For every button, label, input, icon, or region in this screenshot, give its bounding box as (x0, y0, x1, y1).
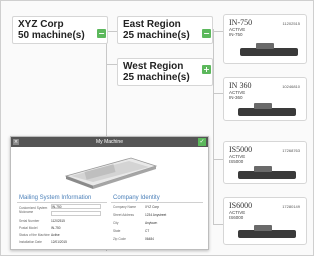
dialog-header: × My Machine ✓ (11, 137, 208, 147)
dialog-title: My Machine (96, 139, 123, 145)
device-serial: 10246810 (282, 84, 300, 89)
field-label: Installation Date (19, 240, 42, 244)
collapse-button[interactable]: − (97, 29, 106, 38)
device-sub-model: IN-360 (229, 95, 243, 100)
field-value: IN-750 (51, 226, 61, 230)
region-node-east[interactable]: East Region 25 machine(s) − (117, 16, 213, 44)
field-value: CT (145, 229, 150, 233)
postage-meter-icon (240, 48, 298, 56)
region-node-name: East Region (123, 19, 181, 30)
device-card[interactable]: IN-750 11202515 ACTIVE IN-750 (223, 14, 307, 64)
root-node-count: 50 machine(s) (18, 30, 85, 41)
root-node-xyz-corp[interactable]: XYZ Corp 50 machine(s) − (12, 16, 108, 44)
region-node-count: 25 machine(s) (123, 30, 190, 41)
field-value: 12/01/2015 (51, 240, 67, 244)
postage-meter-image (64, 157, 158, 189)
region-node-count: 25 machine(s) (123, 72, 190, 83)
field-label: Company Name (113, 205, 137, 209)
section-title-mailing-system: Mailing System Information (19, 195, 92, 201)
nickname-value: IN-750 (52, 205, 62, 209)
root-node-name: XYZ Corp (18, 19, 64, 30)
field-value: Anytown (145, 221, 158, 225)
field-label: Customized System Nickname (19, 206, 48, 214)
field-label: Serial Number (19, 219, 40, 223)
device-card[interactable]: IN 360 10246810 ACTIVE IN-360 (223, 77, 307, 121)
connector-line (213, 29, 214, 225)
device-model: IN 360 (229, 81, 252, 90)
device-serial: 17268763 (282, 148, 300, 153)
field-label: Status of the Machine (19, 233, 50, 237)
region-node-west[interactable]: West Region 25 machine(s) + (117, 58, 213, 86)
my-machine-dialog: × My Machine ✓ Mailing System Informatio… (10, 136, 209, 250)
region-node-name: West Region (123, 61, 184, 72)
section-title-company-identity: Company Identity (113, 195, 160, 201)
field-value: 11202515 (51, 219, 65, 223)
device-sub-model: IS5000 (229, 159, 244, 164)
device-serial: 11202515 (282, 21, 301, 26)
field-label: Zip Code (113, 237, 126, 241)
postage-meter-icon (238, 108, 296, 116)
device-serial: 17280149 (282, 204, 300, 209)
field-value: 06484 (145, 237, 154, 241)
field-label: Postal Model (19, 226, 38, 230)
postage-meter-icon (256, 43, 274, 49)
section-divider (17, 202, 107, 203)
section-divider (111, 202, 203, 203)
postage-meter-icon (254, 103, 272, 109)
device-sub-model: IS6000 (229, 215, 244, 220)
postage-meter-icon (254, 166, 272, 172)
expand-button[interactable]: + (202, 65, 211, 74)
device-card[interactable]: IS6000 17280149 ACTIVE IS6000 (223, 197, 307, 245)
device-card[interactable]: IS5000 17268763 ACTIVE IS5000 (223, 141, 307, 184)
postage-meter-icon (254, 225, 272, 231)
field-label: Street Address (113, 213, 134, 217)
collapse-button[interactable]: − (202, 29, 211, 38)
device-sub-model: IN-750 (229, 32, 243, 37)
field-value: Active (51, 233, 60, 237)
device-model: IN-750 (229, 18, 253, 27)
nickname-input-secondary[interactable] (51, 211, 101, 216)
confirm-button[interactable]: ✓ (198, 138, 206, 146)
field-value: XYZ Corp (145, 205, 159, 209)
field-value: 1234 Anystreet (145, 213, 167, 217)
field-label: City (113, 221, 119, 225)
postage-meter-icon (238, 171, 296, 179)
device-model: IS5000 (229, 145, 253, 154)
postage-meter-icon (238, 230, 296, 238)
device-model: IS6000 (229, 201, 253, 210)
org-hierarchy-canvas: XYZ Corp 50 machine(s) − East Region 25 … (0, 0, 314, 256)
field-label: State (113, 229, 121, 233)
